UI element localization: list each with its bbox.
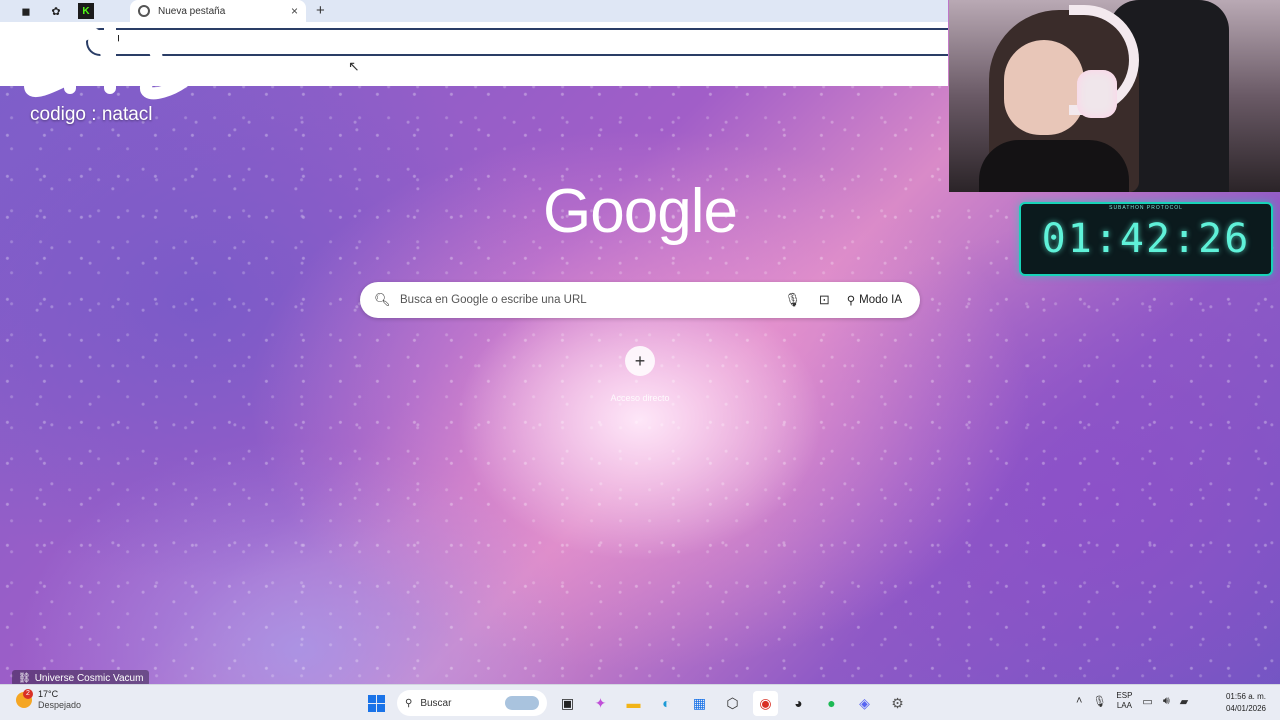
google-lens-icon[interactable]: ⊡ bbox=[819, 292, 830, 308]
add-shortcut-button[interactable]: + bbox=[625, 346, 655, 376]
stream-code-text: codigo : natacl bbox=[30, 104, 153, 125]
language-code: ESP bbox=[1116, 691, 1133, 700]
ntp-search-box[interactable]: 🔍︎ Busca en Google o escribe una URL 🎙︎ … bbox=[360, 282, 920, 318]
file-explorer-icon[interactable]: ▬ bbox=[621, 691, 646, 716]
weather-sun-icon: 2 bbox=[16, 689, 33, 708]
clock-time: 01:56 a. m. bbox=[1225, 692, 1266, 701]
taskbar-search-label: Buscar bbox=[420, 697, 452, 709]
tab-close-icon[interactable]: × bbox=[291, 4, 298, 18]
ai-mode-label: Modo IA bbox=[859, 294, 902, 306]
weather-widget[interactable]: 2 17°C Despejado bbox=[16, 689, 81, 711]
clock-date: 04/01/2026 bbox=[1225, 704, 1266, 713]
link-icon: ⛓ bbox=[18, 672, 31, 684]
obs-icon[interactable]: ◕ bbox=[786, 691, 811, 716]
keyboard-layout: LAA bbox=[1116, 701, 1132, 710]
background-credit-text: Universe Cosmic Vacum bbox=[34, 672, 144, 684]
google-logo: Google bbox=[543, 177, 738, 246]
battery-icon[interactable]: ▰ bbox=[1180, 695, 1188, 708]
volume-icon[interactable]: 🔊︎ bbox=[1163, 695, 1170, 708]
search-icon: 🔍︎ bbox=[374, 292, 391, 307]
address-bar[interactable]: G bbox=[86, 28, 948, 56]
store-icon[interactable]: ▦ bbox=[687, 691, 712, 716]
weather-temperature: 17°C bbox=[38, 689, 59, 699]
copilot-icon[interactable]: ✦ bbox=[588, 691, 613, 716]
task-view-icon[interactable]: ▣ bbox=[555, 691, 580, 716]
tray-microphone-icon[interactable]: 🎙︎ bbox=[1092, 695, 1106, 708]
microphone-icon[interactable]: 🎙︎ bbox=[784, 292, 801, 308]
chrome-icon[interactable]: ◉ bbox=[753, 690, 778, 716]
add-shortcut-label[interactable]: Acceso directo bbox=[590, 393, 690, 403]
taskbar-clock[interactable]: 01:56 a. m. 04/01/2026 bbox=[1214, 691, 1266, 715]
edge-icon[interactable]: ◐ bbox=[654, 691, 679, 716]
windows-taskbar: 2 17°C Despejado ⚲ Buscar ▣ ✦ ▬ ◐ ▦ ⬡ ◉ … bbox=[0, 684, 1280, 720]
webcam-feed bbox=[949, 0, 1280, 192]
streamer-logo-icon bbox=[0, 8, 200, 100]
taskbar-search-icon: ⚲ bbox=[405, 697, 413, 709]
tray-chevron-up-icon[interactable]: ˄ bbox=[1076, 695, 1082, 707]
windows-logo-icon bbox=[368, 694, 385, 712]
start-button[interactable] bbox=[364, 691, 389, 716]
mouse-cursor-icon: ↖ bbox=[348, 58, 360, 74]
ai-mode-search-icon: ⚲ bbox=[846, 295, 856, 307]
unity-icon[interactable]: ⬡ bbox=[720, 691, 745, 716]
search-placeholder[interactable]: Busca en Google o escribe una URL bbox=[394, 294, 775, 306]
taskbar-apps: ⚲ Buscar ▣ ✦ ▬ ◐ ▦ ⬡ ◉ ◕ ● ◈ ⚙ bbox=[364, 690, 910, 716]
spotify-icon[interactable]: ● bbox=[819, 691, 844, 716]
network-icon[interactable]: ▭ bbox=[1142, 695, 1152, 708]
language-indicator[interactable]: ESP LAA bbox=[1116, 691, 1132, 711]
notification-badge: 2 bbox=[23, 689, 33, 699]
taskbar-search[interactable]: ⚲ Buscar bbox=[397, 690, 547, 716]
settings-gear-icon[interactable]: ⚙ bbox=[885, 691, 910, 716]
new-tab-button[interactable]: + bbox=[316, 2, 325, 19]
headset-earcup-icon bbox=[1077, 70, 1117, 118]
weather-condition: Despejado bbox=[38, 700, 82, 710]
streamer-body bbox=[979, 140, 1129, 192]
discord-icon[interactable]: ◈ bbox=[852, 691, 877, 716]
subathon-timer: SUBATHON PROTOCOL 01:42:26 bbox=[1019, 202, 1273, 276]
ai-mode-button[interactable]: ⚲ Modo IA bbox=[839, 288, 910, 312]
timer-label: SUBATHON PROTOCOL bbox=[1109, 205, 1183, 211]
search-highlight-icon bbox=[505, 696, 539, 710]
timer-value: 01:42:26 bbox=[1041, 216, 1251, 262]
system-tray: ˄ 🎙︎ ESP LAA ▭ 🔊︎ ▰ bbox=[1076, 691, 1188, 711]
